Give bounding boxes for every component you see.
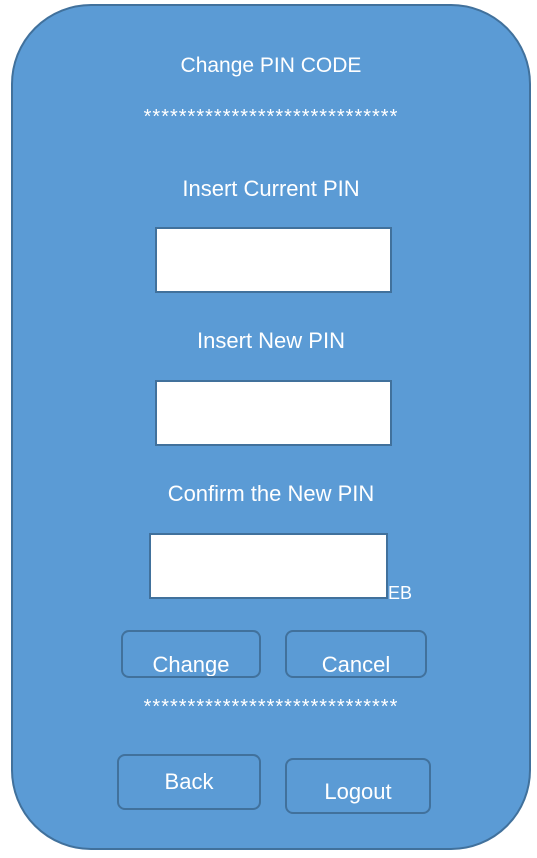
new-pin-input[interactable] — [155, 380, 392, 446]
logout-button-label: Logout — [324, 779, 392, 804]
back-button-label: Back — [164, 769, 214, 794]
new-pin-label: Insert New PIN — [197, 328, 345, 353]
current-pin-input[interactable] — [155, 227, 392, 293]
confirm-pin-input[interactable] — [149, 533, 388, 599]
confirm-pin-suffix: EB — [388, 583, 413, 603]
separator-bottom: ***************************** — [143, 696, 399, 718]
change-button-label: Change — [152, 652, 230, 677]
change-button[interactable]: Change — [121, 630, 261, 678]
current-pin-label: Insert Current PIN — [182, 176, 360, 201]
back-button[interactable]: Back — [117, 754, 261, 810]
cancel-button-label: Cancel — [321, 652, 391, 677]
page-title: Change PIN CODE — [180, 54, 362, 77]
separator-top: ***************************** — [143, 106, 399, 128]
logout-button[interactable]: Logout — [285, 758, 431, 814]
change-pin-panel: Change PIN CODE ************************… — [11, 4, 531, 850]
cancel-button[interactable]: Cancel — [285, 630, 427, 678]
confirm-pin-label: Confirm the New PIN — [167, 481, 375, 506]
